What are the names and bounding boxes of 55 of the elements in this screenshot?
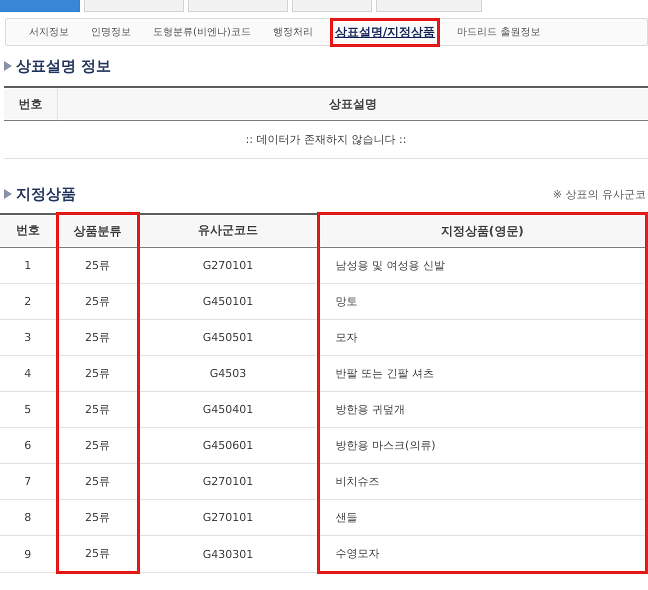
table-cell: 망토	[318, 284, 646, 320]
sub-nav-tab[interactable]: 인명정보	[86, 19, 136, 45]
empty-message: :: 데이터가 존재하지 않습니다 ::	[4, 120, 648, 158]
table-cell: 9	[0, 536, 57, 572]
table-cell: 25류	[57, 428, 138, 464]
table-cell: 비치슈즈	[318, 464, 646, 500]
table-cell: 25류	[57, 392, 138, 428]
table-cell: 25류	[57, 464, 138, 500]
column-header: 지정상품(영문)	[318, 214, 646, 248]
section-title: 지정상품	[16, 184, 76, 204]
table-cell: 25류	[57, 500, 138, 536]
table-cell: 남성용 및 여성용 신발	[318, 248, 646, 284]
column-header: 상표설명	[57, 87, 648, 120]
table-cell: 1	[0, 248, 57, 284]
table-cell: 8	[0, 500, 57, 536]
table-cell: 25류	[57, 356, 138, 392]
column-header: 상품분류	[57, 214, 138, 248]
table-cell: G450401	[138, 392, 318, 428]
table-cell: G270101	[138, 464, 318, 500]
note-text: ※ 상표의 유사군코	[552, 186, 646, 202]
table-cell: 샌들	[318, 500, 646, 536]
table-cell: 반팔 또는 긴팔 셔츠	[318, 356, 646, 392]
table-cell: G270101	[138, 500, 318, 536]
section-title: 상표설명 정보	[16, 56, 112, 76]
table-cell: 25류	[57, 248, 138, 284]
sub-nav-tab[interactable]: 서지정보	[24, 19, 74, 45]
sub-nav-tab[interactable]: 마드리드 출원정보	[452, 19, 546, 45]
table-cell: 25류	[57, 284, 138, 320]
table-cell: 7	[0, 464, 57, 500]
triangle-bullet-icon	[4, 61, 12, 71]
table-cell: 25류	[57, 320, 138, 356]
table-cell: 2	[0, 284, 57, 320]
table-cell: 25류	[57, 536, 138, 572]
table-cell: 4	[0, 356, 57, 392]
table-cell: G270101	[138, 248, 318, 284]
table-cell: 수영모자	[318, 536, 646, 572]
table-cell: G450101	[138, 284, 318, 320]
sub-nav-tab[interactable]: 도형분류(비엔나)코드	[148, 19, 256, 45]
table-cell: G4503	[138, 356, 318, 392]
table-cell: 6	[0, 428, 57, 464]
table-cell: 모자	[318, 320, 646, 356]
column-header: 유사군코드	[138, 214, 318, 248]
sub-nav-tab[interactable]: 행정처리	[268, 19, 318, 45]
table-cell: G450501	[138, 320, 318, 356]
table-cell: 3	[0, 320, 57, 356]
table-cell: G430301	[138, 536, 318, 572]
triangle-bullet-icon	[4, 189, 12, 199]
top-tab[interactable]	[0, 0, 80, 12]
table-cell: 방한용 마스크(의류)	[318, 428, 646, 464]
column-header: 번호	[0, 214, 57, 248]
table-cell: G450601	[138, 428, 318, 464]
table-cell: 방한용 귀덮개	[318, 392, 646, 428]
column-header: 번호	[4, 87, 57, 120]
table-cell: 5	[0, 392, 57, 428]
sub-nav-tab[interactable]: 상표설명/지정상품	[330, 18, 440, 46]
